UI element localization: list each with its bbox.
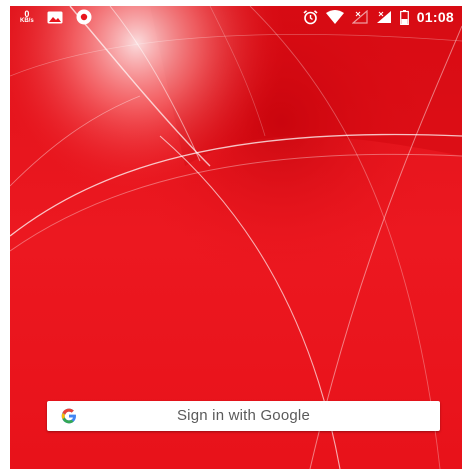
network-speed-value: 0 [24, 8, 30, 19]
background-wallpaper [10, 6, 462, 469]
image-notification-icon [47, 11, 63, 23]
network-speed-unit: KB/s [20, 17, 34, 24]
signal-sim1-icon [351, 10, 368, 24]
alarm-icon [303, 9, 318, 24]
clock: 01:08 [416, 9, 454, 25]
status-bar: 0 KB/s 01:08 [10, 6, 462, 28]
record-notification-icon [76, 9, 92, 25]
wifi-icon [325, 10, 344, 24]
network-speed-icon: 0 KB/s [20, 8, 34, 25]
signal-sim2-icon [376, 11, 391, 23]
sign-in-label: Sign in with Google [176, 407, 311, 424]
sign-in-with-google-button[interactable]: Sign in with Google [47, 401, 440, 431]
battery-icon [399, 9, 409, 25]
status-bar-right: 01:08 [303, 6, 454, 28]
app-screen: 0 KB/s 01:08 Sign in with Google [10, 6, 462, 469]
status-bar-left: 0 KB/s [20, 6, 92, 28]
